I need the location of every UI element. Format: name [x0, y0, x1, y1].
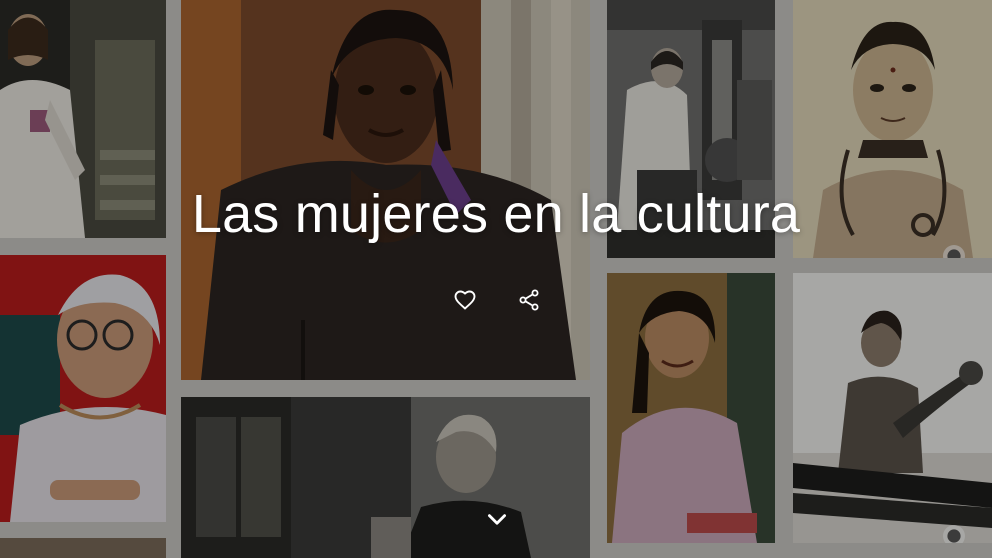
photo-tile-partial[interactable] [0, 538, 166, 558]
dot-icon [947, 249, 961, 258]
photo-elderly-woman [0, 255, 166, 522]
info-badge-icon[interactable] [943, 245, 965, 258]
share-icon [519, 289, 539, 311]
favorite-button[interactable] [448, 283, 482, 317]
collection-hero: Las mujeres en la cultura [0, 0, 992, 558]
chevron-down-icon [488, 514, 506, 525]
action-bar [446, 283, 556, 315]
photo-tile-elderly-woman[interactable] [0, 255, 166, 522]
scroll-down-button[interactable] [480, 503, 514, 537]
photo-tile-woman-instrument[interactable] [793, 273, 992, 543]
page-title: Las mujeres en la cultura [191, 184, 801, 244]
dot-icon [947, 529, 961, 543]
share-button[interactable] [512, 283, 546, 317]
info-badge-icon[interactable] [943, 525, 965, 543]
photo-woman-lab [181, 397, 590, 558]
photo-woman-instrument [793, 273, 992, 543]
photo-young-woman [607, 273, 775, 543]
photo-tile-woman-lab[interactable] [181, 397, 590, 558]
photo-partial [0, 538, 166, 558]
photo-tile-young-woman[interactable] [607, 273, 775, 543]
heart-outline-icon [454, 290, 476, 310]
